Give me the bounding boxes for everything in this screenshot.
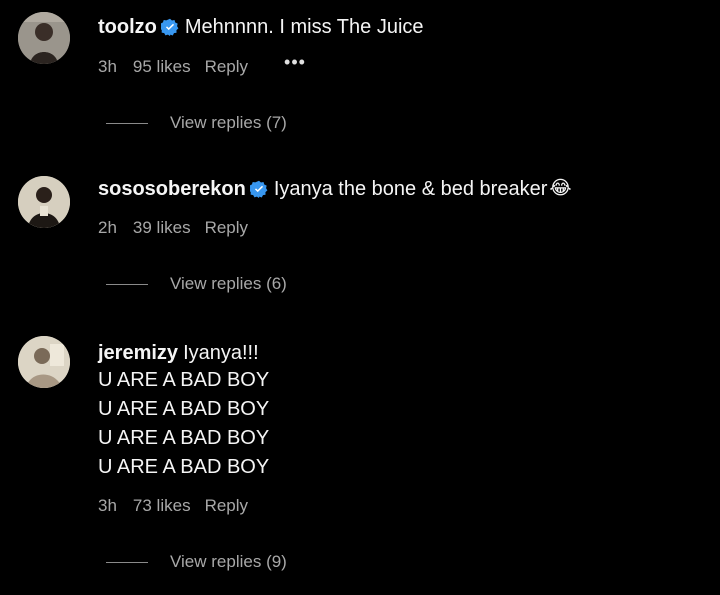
divider [106, 561, 148, 563]
avatar[interactable] [18, 336, 70, 388]
comment-meta: 2h 39 likes Reply [98, 218, 572, 238]
comment-time: 2h [98, 218, 117, 237]
comment-time: 3h [98, 496, 117, 515]
view-replies-button[interactable]: View replies (6) [106, 274, 287, 294]
comment-username[interactable]: sososoberekon [98, 176, 246, 202]
likes-count[interactable]: 73 likes [133, 496, 191, 516]
likes-count[interactable]: 39 likes [133, 218, 191, 238]
avatar[interactable] [18, 12, 70, 64]
comment-username[interactable]: jeremizy [98, 340, 178, 366]
view-replies-label: View replies (6) [170, 274, 287, 293]
comment-meta: 3h 95 likes Reply ••• [98, 52, 424, 77]
comment-username[interactable]: toolzo [98, 14, 157, 40]
comment-text-line: U ARE A BAD BOY [98, 398, 270, 420]
reply-button[interactable]: Reply [205, 496, 248, 516]
reply-button[interactable]: Reply [205, 57, 248, 77]
avatar[interactable] [18, 176, 70, 228]
comment-text: Iyanya the bone & bed breaker [273, 178, 548, 200]
comment-text-line: U ARE A BAD BOY [98, 369, 270, 391]
view-replies-button[interactable]: View replies (7) [106, 113, 287, 133]
comment-text-line: U ARE A BAD BOY [98, 427, 270, 449]
verified-badge-icon [160, 18, 179, 36]
comment-text: Iyanya!!! [183, 342, 259, 364]
view-replies-label: View replies (7) [170, 113, 287, 132]
divider [106, 283, 148, 285]
divider [106, 122, 148, 124]
comment-text: Mehnnnn. I miss The Juice [184, 16, 424, 38]
likes-count[interactable]: 95 likes [133, 57, 191, 77]
more-options-icon[interactable]: ••• [284, 52, 306, 73]
laughing-emoji-icon: 😂 [549, 178, 572, 199]
view-replies-button[interactable]: View replies (9) [106, 552, 287, 572]
comment-text-line: U ARE A BAD BOY [98, 456, 270, 478]
view-replies-label: View replies (9) [170, 552, 287, 571]
verified-badge-icon [249, 180, 268, 198]
comment-meta: 3h 73 likes Reply [98, 496, 269, 516]
comment-time: 3h [98, 56, 117, 76]
reply-button[interactable]: Reply [205, 218, 248, 238]
